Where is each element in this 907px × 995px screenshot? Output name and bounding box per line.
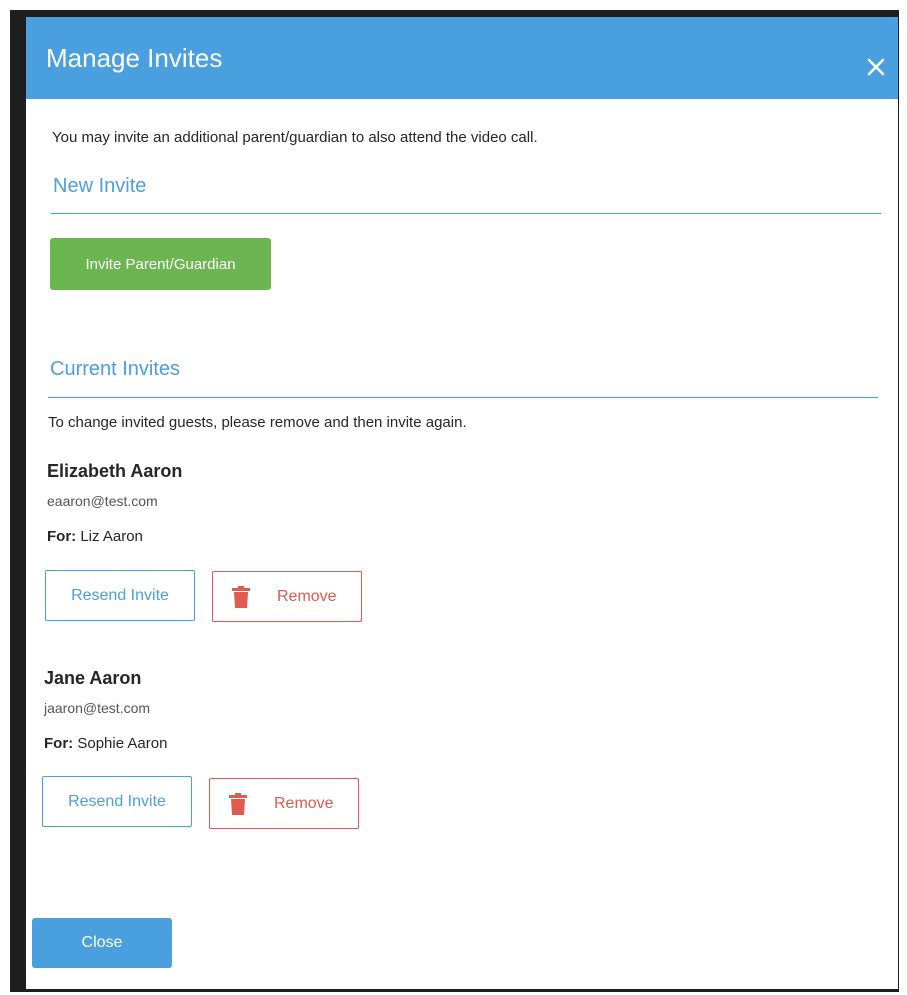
guest-name: Elizabeth Aaron	[47, 461, 183, 481]
guest-email: eaaron@test.com	[47, 493, 158, 509]
guest-for-label: For:	[47, 528, 77, 545]
close-button[interactable]: Close	[32, 918, 172, 968]
dialog-title: Manage Invites	[46, 43, 223, 73]
guest-for: For: Sophie Aaron	[44, 735, 167, 752]
remove-label: Remove	[274, 795, 334, 812]
guest-for-value: Sophie Aaron	[77, 735, 168, 752]
intro-text: You may invite an additional parent/guar…	[52, 129, 538, 146]
change-invites-note: To change invited guests, please remove …	[48, 414, 467, 431]
guest-email: jaaron@test.com	[44, 700, 151, 716]
guest-for-value: Liz Aaron	[80, 528, 143, 545]
current-invites-heading: Current Invites	[50, 358, 181, 380]
new-invite-heading: New Invite	[53, 175, 147, 197]
remove-guest-button[interactable]: Remove	[212, 571, 362, 622]
remove-guest-button[interactable]: Remove	[209, 778, 359, 829]
guest-for-label: For:	[44, 735, 74, 752]
current-invites-divider	[48, 397, 878, 398]
remove-label: Remove	[277, 588, 337, 605]
trash-icon	[229, 793, 247, 815]
manage-invites-dialog: Manage Invites You may invite an additio…	[26, 17, 898, 989]
resend-invite-button[interactable]: Resend Invite	[42, 776, 192, 827]
new-invite-divider	[51, 213, 881, 214]
guest-name: Jane Aaron	[44, 668, 142, 688]
resend-invite-button[interactable]: Resend Invite	[45, 570, 195, 621]
invite-parent-guardian-button[interactable]: Invite Parent/Guardian	[50, 238, 271, 290]
trash-icon	[232, 586, 250, 608]
guest-for: For: Liz Aaron	[47, 528, 143, 545]
close-icon[interactable]	[864, 55, 888, 79]
dialog-header: Manage Invites	[26, 17, 898, 99]
